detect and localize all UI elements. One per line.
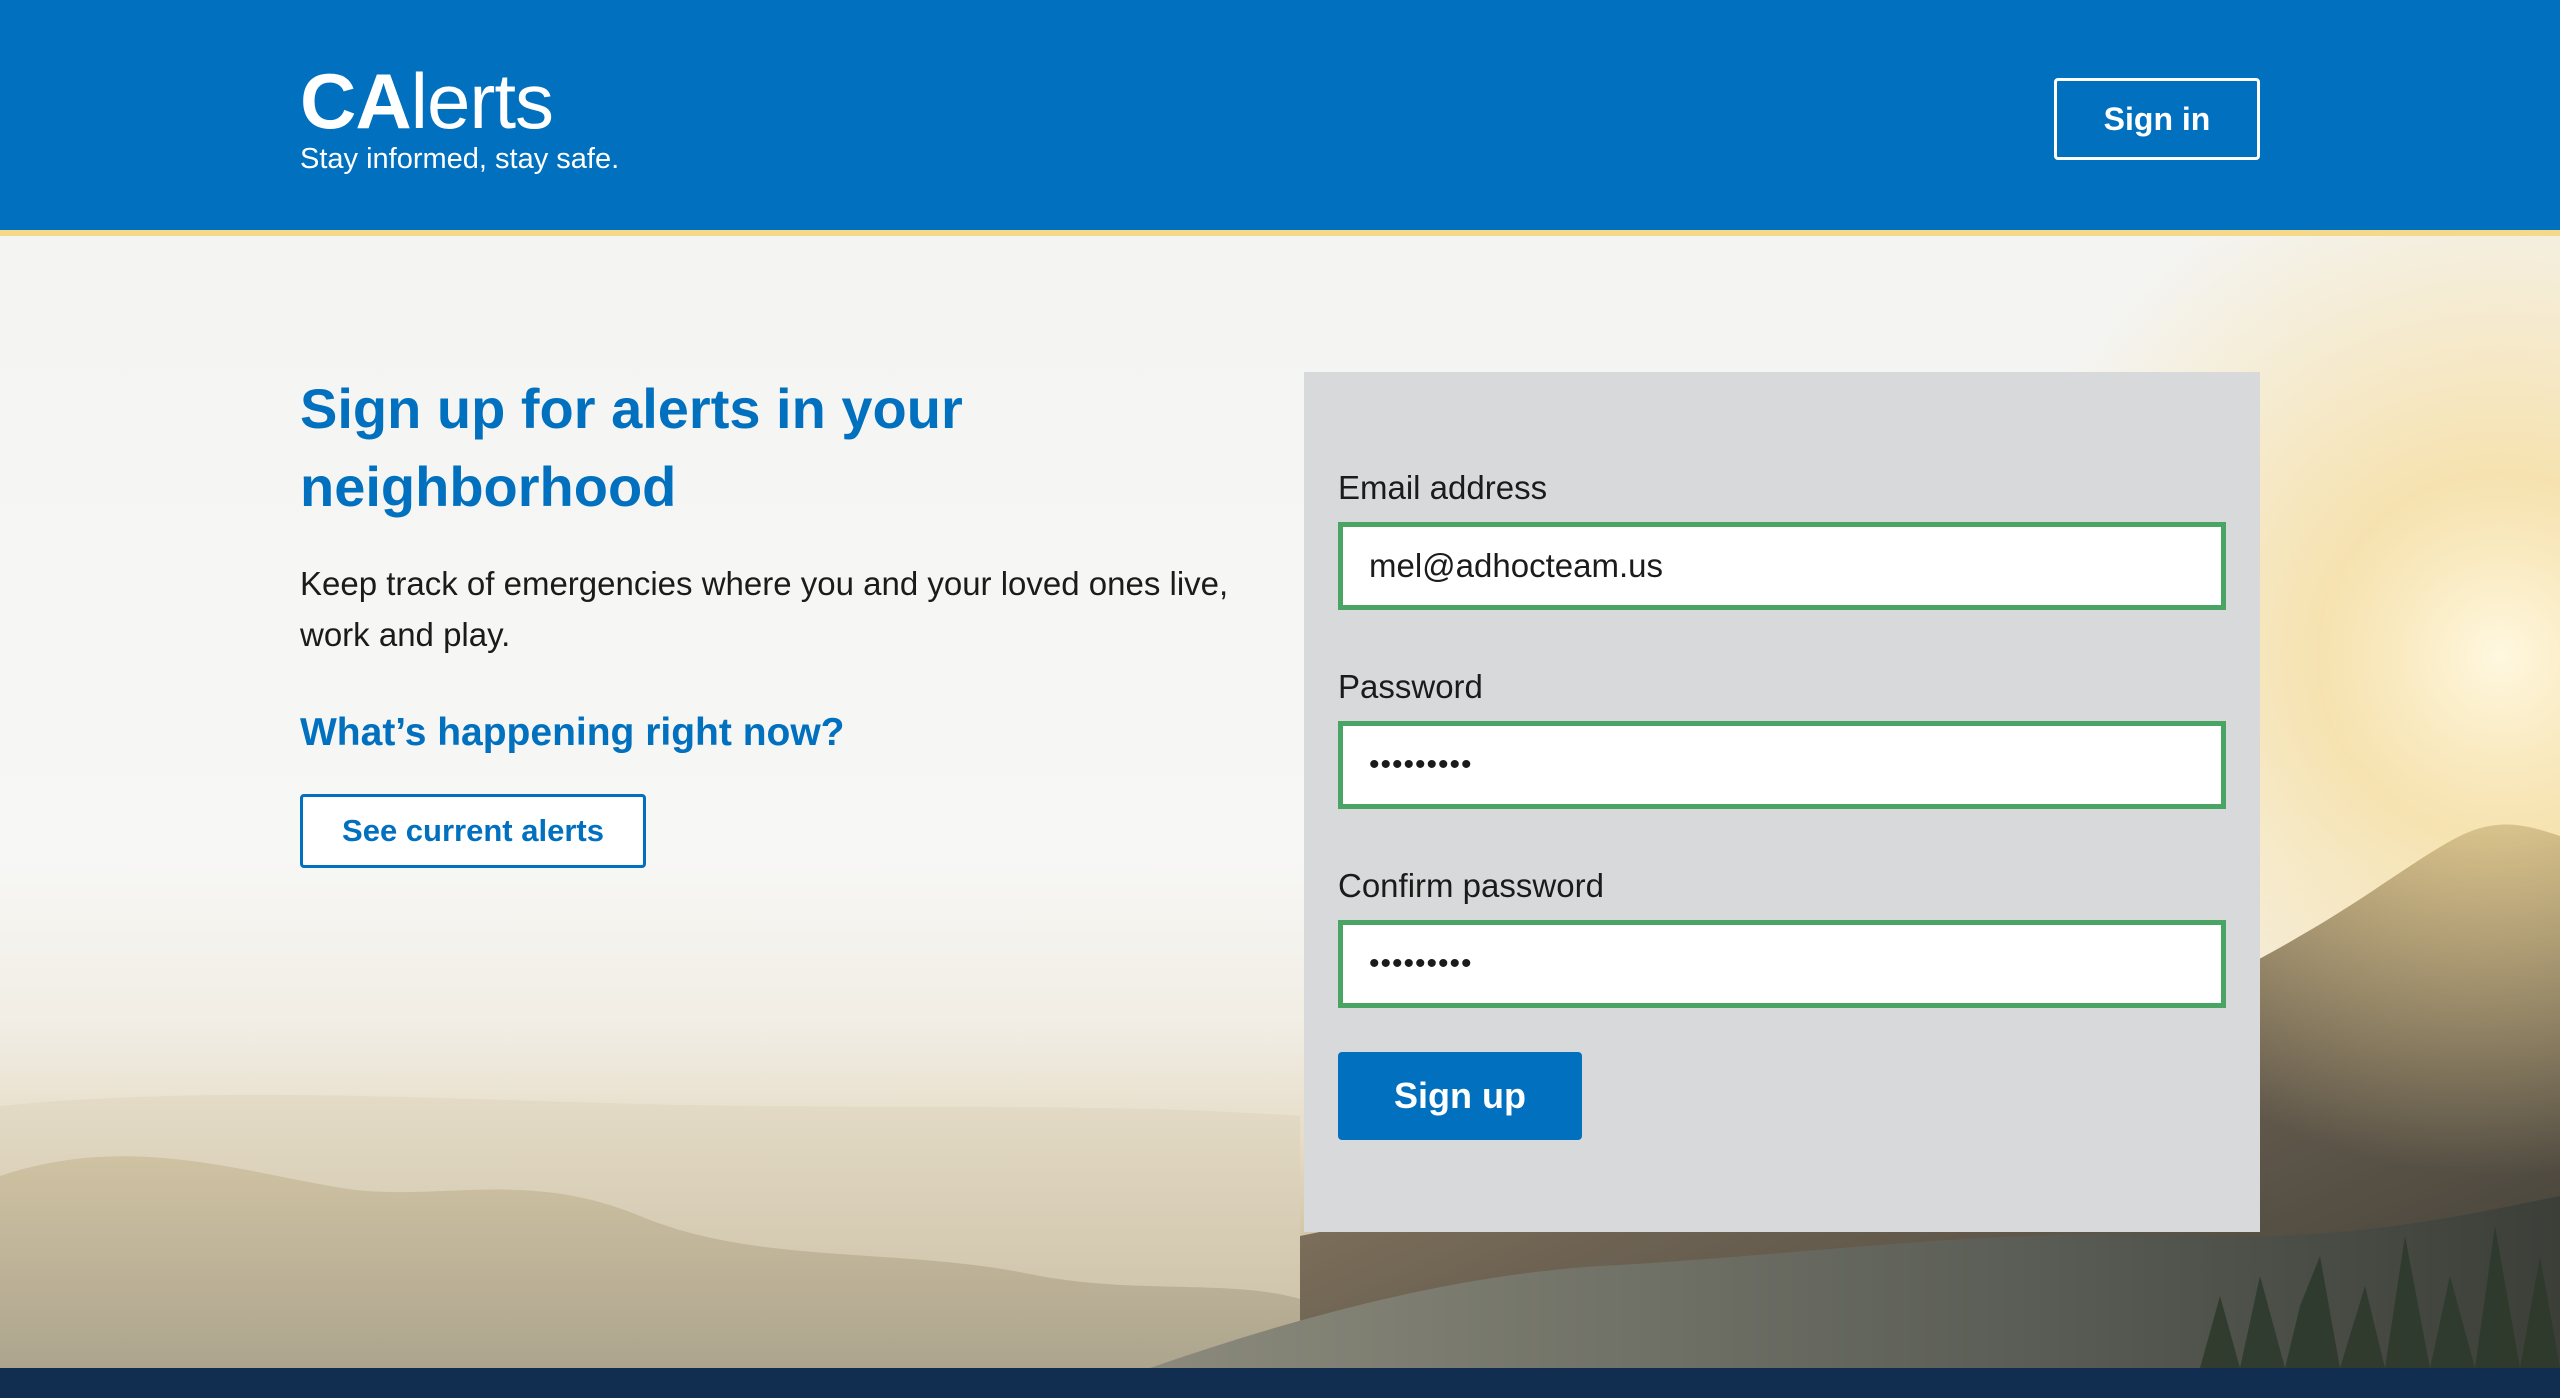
confirm-password-input[interactable]	[1338, 920, 2226, 1008]
password-label: Password	[1338, 668, 1483, 705]
email-field-group: Email address	[1338, 468, 2226, 610]
email-input[interactable]	[1338, 522, 2226, 610]
footer-bar	[0, 1368, 2560, 1398]
intro-section: Sign up for alerts in your neighborhood …	[300, 370, 1260, 868]
brand-name-light: lerts	[410, 57, 554, 145]
hero-section: Sign up for alerts in your neighborhood …	[0, 236, 2560, 1368]
password-field-group: Password	[1338, 667, 2226, 809]
brand-name: CAlerts	[300, 58, 619, 144]
see-current-alerts-button[interactable]: See current alerts	[300, 794, 646, 868]
brand-name-bold: CA	[300, 57, 412, 145]
brand-logo[interactable]: CAlerts Stay informed, stay safe.	[300, 58, 619, 176]
sign-up-button[interactable]: Sign up	[1338, 1052, 1582, 1140]
signup-form: Email address Password Confirm password …	[1304, 372, 2260, 1232]
sign-in-button[interactable]: Sign in	[2054, 78, 2260, 160]
email-label: Email address	[1338, 469, 1548, 506]
password-input[interactable]	[1338, 721, 2226, 809]
page-title: Sign up for alerts in your neighborhood	[300, 377, 963, 518]
confirm-password-label: Confirm password	[1338, 867, 1604, 904]
intro-description: Keep track of emergencies where you and …	[300, 565, 1229, 653]
confirm-password-field-group: Confirm password	[1338, 866, 2226, 1008]
brand-tagline: Stay informed, stay safe.	[300, 143, 620, 175]
happening-now-heading: What’s happening right now?	[300, 711, 845, 754]
site-header: CAlerts Stay informed, stay safe. Sign i…	[0, 0, 2560, 230]
